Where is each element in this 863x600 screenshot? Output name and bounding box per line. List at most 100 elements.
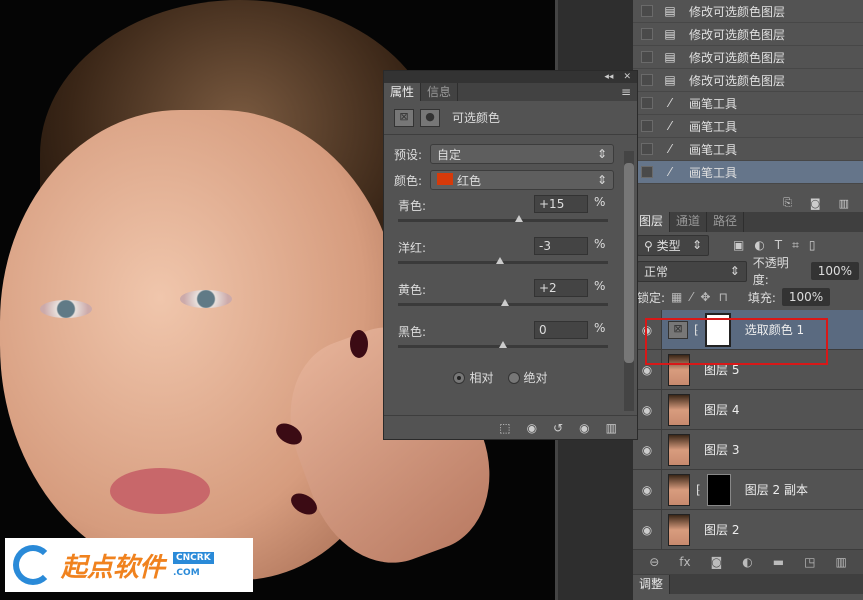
tab-adjust[interactable]: 调整 <box>633 574 671 594</box>
slider-knob[interactable] <box>514 215 523 222</box>
tab-properties[interactable]: 属性 <box>384 83 422 101</box>
opacity-input[interactable]: 100% <box>810 262 859 280</box>
history-checkbox[interactable] <box>641 97 653 109</box>
history-item[interactable]: ▤ 修改可选颜色图层 <box>633 23 863 46</box>
chain-icon[interactable]: ⁅ <box>696 483 701 497</box>
history-footer: ⎘ ◙ ▥ <box>633 194 863 212</box>
history-item[interactable]: ⁄ 画笔工具 <box>633 138 863 161</box>
tab-channels[interactable]: 通道 <box>670 212 708 232</box>
history-item[interactable]: ⁄ 画笔工具 <box>633 115 863 138</box>
color-slider[interactable]: 黄色: +2% <box>384 277 637 319</box>
visibility-toggle-icon[interactable]: ◉ <box>527 421 537 435</box>
folder-icon[interactable]: ▬ <box>773 555 784 569</box>
slider-track[interactable] <box>398 299 608 306</box>
history-label: 修改可选颜色图层 <box>689 27 786 42</box>
layer-row[interactable]: ◉ ⁅ 图层 2 副本 <box>633 470 863 510</box>
scrollbar[interactable] <box>624 151 634 411</box>
preset-select[interactable]: 自定 ⇕ <box>430 144 614 164</box>
absolute-radio[interactable]: 绝对 <box>507 369 548 386</box>
history-checkbox[interactable] <box>641 28 653 40</box>
percent-unit: % <box>594 279 606 293</box>
layer-thumbnail <box>668 433 690 466</box>
snapshot-icon[interactable]: ◙ <box>810 197 821 210</box>
mask-icon[interactable]: ◙ <box>711 555 723 569</box>
eye-icon[interactable]: ◉ <box>633 443 661 457</box>
filter-icons[interactable]: ▣◐T⌗▯ <box>733 238 826 253</box>
watermark-domain: .COM <box>173 568 200 578</box>
slider-track[interactable] <box>398 341 608 348</box>
doc-icon: ▤ <box>664 50 676 64</box>
tab-layers[interactable]: 图层 <box>633 212 671 232</box>
doc-icon: ▤ <box>664 4 676 18</box>
history-item[interactable]: ⁄ 画笔工具 <box>633 161 863 184</box>
color-value: 红色 <box>457 173 482 188</box>
history-label: 修改可选颜色图层 <box>689 73 786 88</box>
fill-input[interactable]: 100% <box>781 288 831 306</box>
tab-info[interactable]: 信息 <box>421 83 459 101</box>
slider-value-input[interactable]: 0 <box>534 321 588 339</box>
slider-value-input[interactable]: +15 <box>534 195 588 213</box>
layer-mask-thumbnail[interactable] <box>706 473 731 506</box>
link-icon[interactable]: ⊖ <box>649 555 659 569</box>
layer-name: 图层 2 副本 <box>744 483 808 497</box>
clip-icon[interactable]: ⬚ <box>499 421 510 435</box>
layer-row[interactable]: ◉ 图层 2 <box>633 510 863 550</box>
color-slider[interactable]: 黑色: 0% <box>384 319 637 361</box>
history-panel: ▤ 修改可选颜色图层 ▤ 修改可选颜色图层 ▤ 修改可选颜色图层 ▤ 修改可选颜色图层 ⁄ 画笔工… <box>633 0 863 212</box>
properties-title: 可选颜色 <box>452 111 501 125</box>
slider-value-input[interactable]: +2 <box>534 279 588 297</box>
new-layer-icon[interactable]: ◳ <box>804 555 815 569</box>
color-select[interactable]: 红色 ⇕ <box>430 170 614 190</box>
history-checkbox[interactable] <box>641 74 653 86</box>
mask-icon[interactable]: ● <box>420 108 440 127</box>
slider-knob[interactable] <box>499 341 507 348</box>
slider-track[interactable] <box>398 257 608 264</box>
panel-menu-icon[interactable]: ≡ <box>621 85 631 99</box>
trash-icon[interactable]: ▥ <box>839 197 849 210</box>
slider-track[interactable] <box>398 215 608 222</box>
layer-row[interactable]: ◉ 图层 4 <box>633 390 863 430</box>
opacity-label: 不透明度: <box>752 256 789 287</box>
watermark-logo-icon <box>13 545 53 585</box>
history-checkbox[interactable] <box>641 120 653 132</box>
trash-icon[interactable]: ▥ <box>835 555 846 569</box>
nail <box>350 330 368 358</box>
history-item[interactable]: ▤ 修改可选颜色图层 <box>633 46 863 69</box>
tab-paths[interactable]: 路径 <box>707 212 745 232</box>
close-icon[interactable]: ✕ <box>623 71 631 83</box>
color-slider[interactable]: 洋红: -3% <box>384 235 637 277</box>
properties-panel: ◂◂ ✕ 属性 信息 ≡ ⊠ ● 可选颜色 预设: 自定 ⇕ 颜色: 红色 ⇕ 青色:… <box>383 70 638 440</box>
eye-icon[interactable]: ◉ <box>579 421 589 435</box>
eye-icon[interactable]: ◉ <box>633 483 661 497</box>
eye-icon[interactable]: ◉ <box>633 523 661 537</box>
brush-icon: ⁄ <box>668 96 671 110</box>
slider-knob[interactable] <box>501 299 510 306</box>
history-item[interactable]: ▤ 修改可选颜色图层 <box>633 0 863 23</box>
filter-type-select[interactable]: ⚲ 类型 ⇕ <box>637 234 709 256</box>
history-checkbox[interactable] <box>641 5 653 17</box>
slider-knob[interactable] <box>495 257 504 264</box>
fx-icon[interactable]: fx <box>679 555 690 569</box>
collapse-icon[interactable]: ◂◂ <box>604 71 613 83</box>
color-swatch <box>437 172 453 185</box>
history-item[interactable]: ▤ 修改可选颜色图层 <box>633 69 863 92</box>
layer-thumbnail <box>668 393 690 426</box>
layer-thumbnail <box>668 513 690 546</box>
trash-icon[interactable]: ▥ <box>606 421 617 435</box>
adjustment-icon[interactable]: ⊠ <box>394 108 414 127</box>
adjustment-icon[interactable]: ◐ <box>742 555 752 569</box>
history-checkbox[interactable] <box>641 166 653 178</box>
blend-mode-select[interactable]: 正常 ⇕ <box>637 260 747 282</box>
relative-radio[interactable]: 相对 <box>453 369 494 386</box>
reset-icon[interactable]: ↺ <box>553 421 563 435</box>
layer-row[interactable]: ◉ 图层 3 <box>633 430 863 470</box>
percent-unit: % <box>594 237 606 251</box>
new-document-icon[interactable]: ⎘ <box>783 196 792 210</box>
filter-value: 类型 <box>656 238 681 253</box>
lock-icons[interactable]: ▦⁄✥⊓ <box>671 290 736 304</box>
history-item[interactable]: ⁄ 画笔工具 <box>633 92 863 115</box>
history-checkbox[interactable] <box>641 143 653 155</box>
history-checkbox[interactable] <box>641 51 653 63</box>
color-slider[interactable]: 青色: +15% <box>384 193 637 235</box>
slider-value-input[interactable]: -3 <box>534 237 588 255</box>
